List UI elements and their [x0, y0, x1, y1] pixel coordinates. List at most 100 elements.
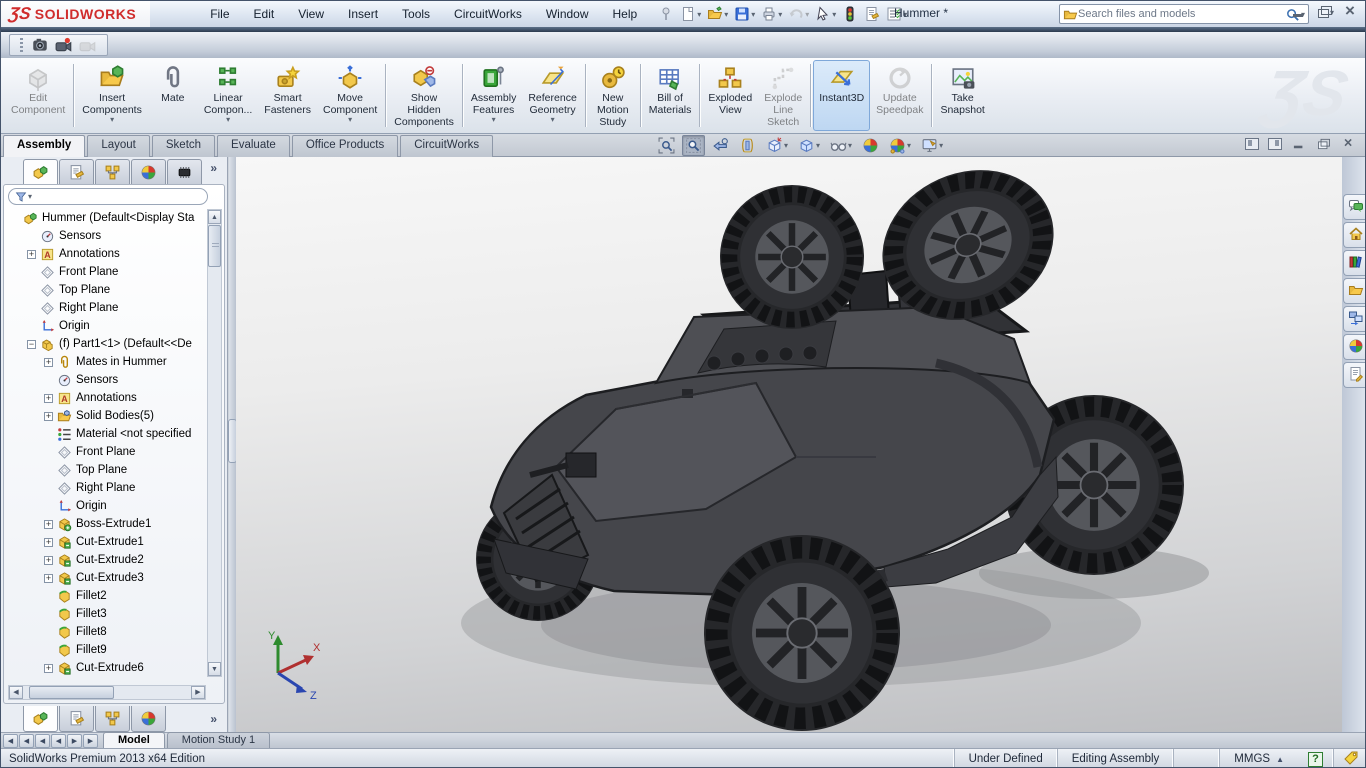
tab-office-products[interactable]: Office Products	[291, 135, 399, 157]
linear-component-button[interactable]: Linear Compon... ▾	[198, 60, 258, 131]
tree-item-fillet8[interactable]: Fillet8	[6, 623, 208, 641]
save-button[interactable]: ▾	[732, 5, 757, 23]
model-hummer[interactable]	[236, 157, 1342, 732]
taskpane-tab-appearances[interactable]	[1343, 334, 1365, 360]
quick-tips-icon[interactable]: ?	[1308, 751, 1323, 767]
save-caret[interactable]: ▾	[751, 10, 755, 19]
filter-caret[interactable]: ▾	[28, 192, 32, 201]
search-box[interactable]: ▾	[1059, 4, 1309, 24]
tree-item-top[interactable]: Top Plane	[6, 281, 208, 299]
tree-horizontal-scrollbar[interactable]: ◀ ▶	[8, 685, 206, 700]
tree-item-hummer[interactable]: Hummer (Default<Display Sta	[6, 209, 208, 227]
panel-tab-displaymanager[interactable]	[131, 159, 166, 184]
panel-tab-propertymanager[interactable]	[59, 706, 94, 732]
expand-icon[interactable]: +	[27, 249, 36, 259]
hide-show-items-button[interactable]: ▾	[827, 135, 855, 156]
close-button[interactable]	[1343, 1, 1359, 21]
zoom-to-area-button[interactable]	[682, 135, 705, 156]
expand-icon[interactable]: +	[44, 393, 53, 403]
mate-button[interactable]: Mate	[148, 60, 198, 131]
display-style-caret[interactable]: ▾	[816, 141, 820, 150]
play-button[interactable]: ▶	[67, 734, 82, 748]
tree-item-boss-extrude1[interactable]: + Boss-Extrude1	[6, 515, 208, 533]
apply-scene-button[interactable]: ▾	[886, 135, 914, 156]
menu-edit[interactable]: Edit	[242, 4, 287, 24]
tree-vertical-scrollbar[interactable]: ▲ ▼	[207, 209, 222, 677]
tree-item-cut-extrude3[interactable]: + Cut-Extrude3	[6, 569, 208, 587]
edit-appearance-button[interactable]	[859, 135, 882, 156]
new-motion-study-button[interactable]: New Motion Study	[588, 60, 638, 131]
tree-item-cut-extrude2[interactable]: + Cut-Extrude2	[6, 551, 208, 569]
tab-circuitworks[interactable]: CircuitWorks	[400, 135, 494, 157]
record-video-button[interactable]	[55, 36, 75, 54]
scrollbar-thumb-horizontal[interactable]	[29, 686, 114, 699]
expand-icon[interactable]: +	[44, 357, 53, 367]
previous-view-button[interactable]	[709, 135, 732, 156]
toolbar-pin-button[interactable]	[656, 5, 676, 23]
section-view-button[interactable]	[736, 135, 759, 156]
insert-components-caret[interactable]: ▾	[110, 116, 114, 124]
print-button[interactable]: ▾	[759, 5, 784, 23]
screen-capture-button[interactable]	[31, 36, 51, 54]
tree-item-sensors[interactable]: Sensors	[6, 227, 208, 245]
collapse-icon[interactable]: −	[27, 339, 36, 349]
tree-item-mates[interactable]: + Mates in Hummer	[6, 353, 208, 371]
take-snapshot-button[interactable]: Take Snapshot	[934, 60, 990, 131]
menu-window[interactable]: Window	[534, 4, 601, 24]
tree-item-cut-extrude6[interactable]: + Cut-Extrude6	[6, 659, 208, 677]
taskpane-tab-custom-properties[interactable]	[1343, 362, 1365, 388]
open-button[interactable]: ▾	[705, 5, 730, 23]
linear-component-caret[interactable]: ▾	[226, 116, 230, 124]
menu-insert[interactable]: Insert	[336, 4, 390, 24]
menu-help[interactable]: Help	[601, 4, 650, 24]
move-component-button[interactable]: Move Component ▾	[317, 60, 383, 131]
display-style-button[interactable]: ▾	[795, 135, 823, 156]
expand-icon[interactable]: +	[44, 519, 53, 529]
panel-tab-featuremanager[interactable]	[23, 159, 58, 184]
tree-item-fillet9[interactable]: Fillet9	[6, 641, 208, 659]
graphics-viewport[interactable]: Y X Z	[236, 157, 1342, 732]
taskpane-tab-view-palette[interactable]	[1343, 306, 1365, 332]
hide-show-items-caret[interactable]: ▾	[848, 141, 852, 150]
taskpane-tab-forum[interactable]	[1343, 194, 1365, 220]
taskpane-tab-design-library[interactable]	[1343, 250, 1365, 276]
print-caret[interactable]: ▾	[778, 10, 782, 19]
panel-splitter[interactable]	[228, 157, 237, 732]
view-orientation-button[interactable]: ▾	[763, 135, 791, 156]
menu-view[interactable]: View	[286, 4, 336, 24]
move-component-caret[interactable]: ▾	[348, 116, 352, 124]
reference-geometry-caret[interactable]: ▾	[551, 116, 555, 124]
open-caret[interactable]: ▾	[724, 10, 728, 19]
taskpane-tab-file-explorer[interactable]	[1343, 278, 1365, 304]
view-orientation-caret[interactable]: ▾	[784, 141, 788, 150]
previous-key-button[interactable]: ◀	[19, 734, 34, 748]
tree-filter-box[interactable]: ▾	[8, 188, 208, 205]
doc-minimize-button[interactable]	[1292, 138, 1306, 150]
panel-tab-configurationmanager[interactable]	[95, 706, 130, 732]
scrollbar-thumb[interactable]	[208, 225, 221, 267]
assembly-features-caret[interactable]: ▾	[492, 116, 496, 124]
menu-tools[interactable]: Tools	[390, 4, 442, 24]
restore-button[interactable]	[1317, 5, 1333, 19]
tab-evaluate[interactable]: Evaluate	[217, 135, 290, 157]
scroll-up-icon[interactable]: ▲	[208, 210, 221, 224]
new-document-button[interactable]: ▾	[678, 5, 703, 23]
minimize-button[interactable]	[1291, 5, 1307, 19]
panel-tab-configurationmanager[interactable]	[95, 159, 130, 184]
doc-close-button[interactable]	[1342, 135, 1356, 152]
go-to-end-button[interactable]: ▶	[83, 734, 98, 748]
scroll-right-icon[interactable]: ▶	[191, 686, 205, 699]
expand-icon[interactable]: +	[44, 573, 53, 583]
expand-icon[interactable]: +	[44, 663, 53, 673]
menu-circuitworks[interactable]: CircuitWorks	[442, 4, 534, 24]
tree-item-annotations[interactable]: + A Annotations	[6, 245, 208, 263]
go-to-start-button[interactable]: ◀	[3, 734, 18, 748]
tree-item-right[interactable]: Right Plane	[6, 479, 208, 497]
panel-tab-circuitworks[interactable]	[167, 159, 202, 184]
scroll-down-icon[interactable]: ▼	[208, 662, 221, 676]
tree-item-origin[interactable]: Origin	[6, 497, 208, 515]
panel-tab-propertymanager[interactable]	[59, 159, 94, 184]
tab-assembly[interactable]: Assembly	[3, 135, 86, 157]
expand-icon[interactable]: +	[44, 411, 53, 421]
units-selector[interactable]: MMGS ▲	[1219, 748, 1298, 767]
